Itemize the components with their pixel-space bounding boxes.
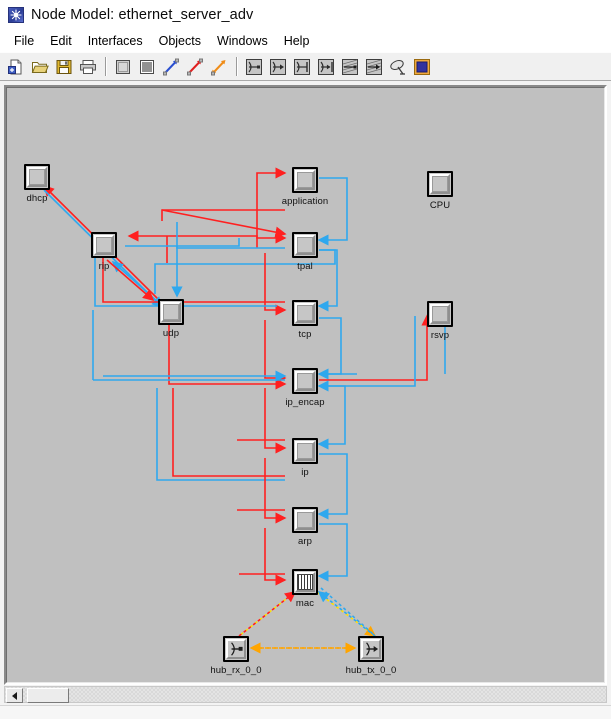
status-bar [0,705,611,719]
node-cpu[interactable] [427,171,453,197]
node-application[interactable] [292,167,318,193]
node-label-arp: arp [297,536,313,547]
processor-glyph [96,237,112,253]
node-hub-rx-0-0[interactable] [223,636,249,662]
node-label-tcp: tcp [298,329,312,340]
node-hub-tx-0-0[interactable] [358,636,384,662]
create-receiver-icon[interactable] [267,56,289,78]
processor-glyph [432,306,448,322]
create-statistic-wire-icon[interactable] [184,56,206,78]
processor-glyph [297,172,313,188]
node-tcp[interactable] [292,300,318,326]
create-processor-icon[interactable] [112,56,134,78]
node-label-ip: ip [301,467,309,478]
horizontal-scroll-thumb[interactable] [27,688,69,703]
node-label-hub-tx-0-0: hub_tx_0_0 [345,665,397,676]
processor-glyph [432,176,448,192]
processor-glyph [297,443,313,459]
model-canvas[interactable]: dhcp rip udp application tpal tcp ip_enc… [7,88,604,682]
print-icon[interactable] [77,56,99,78]
node-label-tpal: tpal [297,261,313,272]
star-glyph [10,9,22,21]
window-title: Node Model: ethernet_server_adv [31,7,254,23]
create-transmitter-icon[interactable] [243,56,265,78]
create-bus-receiver-icon[interactable] [363,56,385,78]
create-esys-module-icon[interactable] [411,56,433,78]
create-association-icon[interactable] [208,56,230,78]
node-rsvp[interactable] [427,301,453,327]
node-ip-encap[interactable] [292,368,318,394]
node-label-cpu: CPU [429,200,451,211]
processor-glyph [297,373,313,389]
node-label-ip-encap: ip_encap [285,397,325,408]
node-label-dhcp: dhcp [26,193,48,204]
menu-bar: File Edit Interfaces Objects Windows Hel… [0,30,611,52]
node-label-mac: mac [295,598,315,609]
node-label-udp: udp [162,328,180,339]
create-packet-stream-icon[interactable] [160,56,182,78]
title-bar: Node Model: ethernet_server_adv [0,0,611,30]
toolbar-separator-1 [105,57,107,76]
save-disk-icon[interactable] [53,56,75,78]
menu-objects[interactable]: Objects [151,32,209,50]
opnet-star-icon [8,7,24,23]
processor-glyph [163,304,179,320]
node-ip[interactable] [292,438,318,464]
create-point-receiver-icon[interactable] [315,56,337,78]
open-folder-icon[interactable] [29,56,51,78]
processor-glyph [297,512,313,528]
node-dhcp[interactable] [24,164,50,190]
receiver-glyph [228,641,244,657]
node-mac[interactable] [292,569,318,595]
menu-file[interactable]: File [6,32,42,50]
create-antenna-icon[interactable] [387,56,409,78]
node-udp[interactable] [158,299,184,325]
node-label-application: application [281,196,329,207]
menu-windows[interactable]: Windows [209,32,276,50]
create-point-transmitter-icon[interactable] [291,56,313,78]
node-label-rsvp: rsvp [430,330,450,341]
toolbar [0,52,611,81]
node-label-rip: rip [98,261,110,272]
queue-glyph [297,574,313,590]
node-arp[interactable] [292,507,318,533]
node-model-window: Node Model: ethernet_server_adv File Edi… [0,0,611,719]
node-label-hub-rx-0-0: hub_rx_0_0 [210,665,262,676]
processor-glyph [297,305,313,321]
toolbar-separator-2 [236,57,238,76]
create-queue-icon[interactable] [136,56,158,78]
new-document-icon[interactable] [5,56,27,78]
left-triangle-glyph [12,691,17,700]
create-bus-transmitter-icon[interactable] [339,56,361,78]
scroll-left-icon[interactable] [6,688,23,703]
menu-help[interactable]: Help [276,32,318,50]
menu-interfaces[interactable]: Interfaces [80,32,151,50]
processor-glyph [297,237,313,253]
node-tpal[interactable] [292,232,318,258]
node-rip[interactable] [91,232,117,258]
processor-glyph [29,169,45,185]
horizontal-scrollbar[interactable] [4,686,607,703]
model-canvas-frame: dhcp rip udp application tpal tcp ip_enc… [4,85,607,685]
menu-edit[interactable]: Edit [42,32,80,50]
transmitter-glyph [363,641,379,657]
